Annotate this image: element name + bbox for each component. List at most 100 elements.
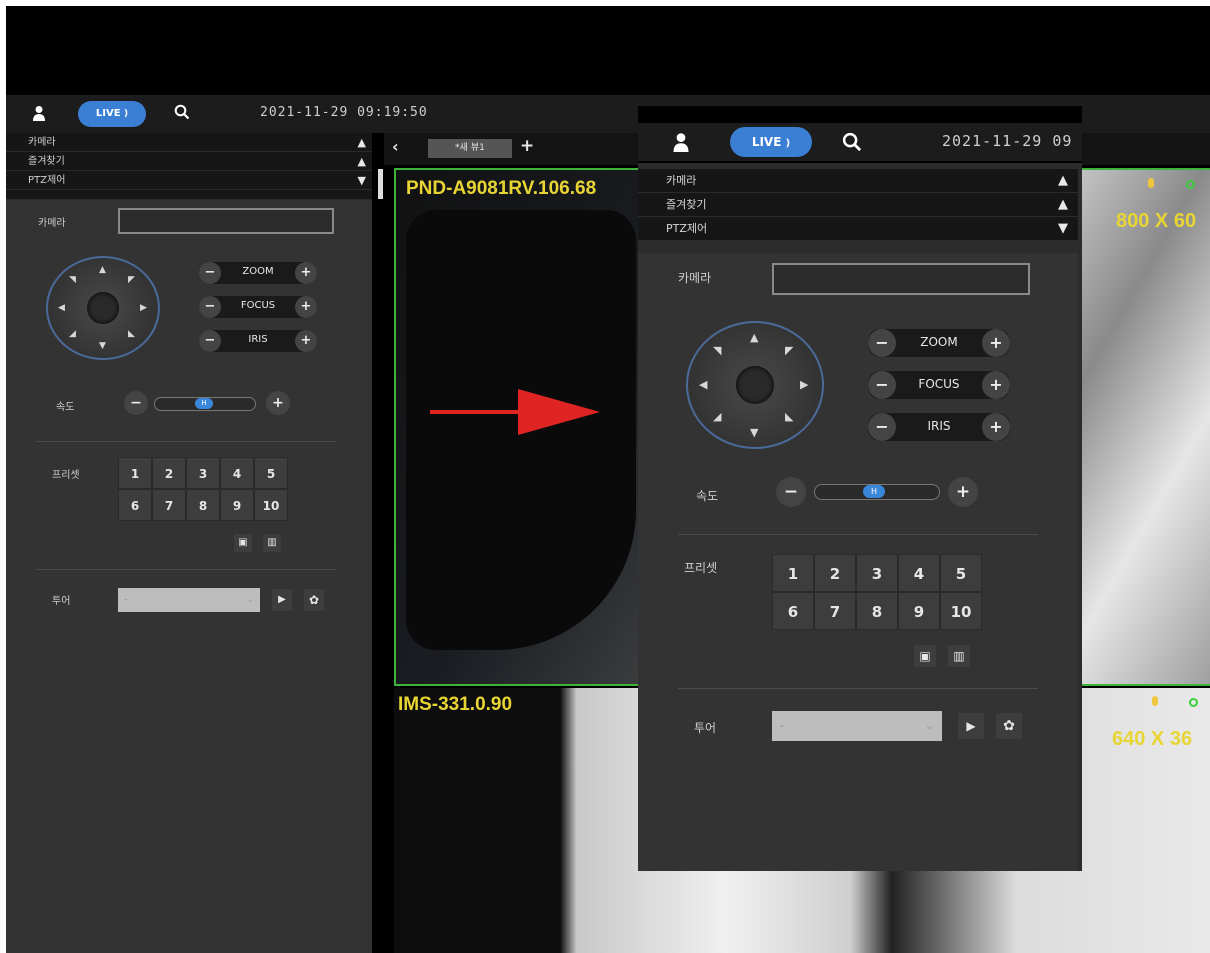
- camera-field[interactable]: [118, 208, 334, 234]
- tour-settings-gear-icon[interactable]: ✿: [304, 589, 324, 611]
- joystick-center[interactable]: [87, 292, 119, 324]
- zoom-in-button[interactable]: +: [982, 329, 1010, 357]
- preset-button-2[interactable]: 2: [814, 554, 856, 592]
- zoom-out-button[interactable]: −: [868, 329, 896, 357]
- chevron-down-icon[interactable]: ▼: [1058, 217, 1068, 241]
- speed-minus-button[interactable]: −: [776, 477, 806, 507]
- arrow-left-icon[interactable]: ◀: [699, 379, 707, 390]
- tab-view[interactable]: *새 뷰1: [428, 139, 512, 158]
- preset-button-5[interactable]: 5: [254, 457, 288, 489]
- arrow-up-icon[interactable]: ▲: [750, 332, 758, 343]
- arrow-left-icon[interactable]: ◀: [58, 304, 65, 313]
- preset-button-5[interactable]: 5: [940, 554, 982, 592]
- chevron-up-icon[interactable]: ▲: [1058, 193, 1068, 217]
- section-camera[interactable]: 카메라 ▲: [638, 169, 1078, 193]
- focus-minus-button[interactable]: −: [199, 296, 221, 318]
- arrow-upright-icon[interactable]: ◤: [785, 345, 793, 356]
- live-wifi-icon: ): [785, 138, 791, 149]
- delete-preset-icon[interactable]: ▥: [948, 645, 970, 667]
- save-preset-icon[interactable]: ▣: [914, 645, 936, 667]
- ptz-joystick[interactable]: ▲ ▼ ◀ ▶ ◥ ◤ ◢ ◣: [686, 321, 824, 449]
- arrow-up-icon[interactable]: ▲: [99, 266, 106, 275]
- section-camera[interactable]: 카메라 ▲: [6, 133, 372, 152]
- preset-button-7[interactable]: 7: [814, 592, 856, 630]
- divider: [36, 569, 336, 570]
- arrow-upright-icon[interactable]: ◤: [128, 276, 135, 285]
- preset-button-3[interactable]: 3: [186, 457, 220, 489]
- speed-plus-button[interactable]: +: [948, 477, 978, 507]
- preset-button-2[interactable]: 2: [152, 457, 186, 489]
- focus-plus-button[interactable]: +: [982, 371, 1010, 399]
- speed-minus-button[interactable]: −: [124, 391, 148, 415]
- preset-button-1[interactable]: 1: [772, 554, 814, 592]
- joystick-center[interactable]: [736, 366, 774, 404]
- speed-slider-knob[interactable]: H: [863, 485, 885, 498]
- preset-button-3[interactable]: 3: [856, 554, 898, 592]
- arrow-down-icon[interactable]: ▼: [99, 342, 106, 351]
- preset-button-8[interactable]: 8: [856, 592, 898, 630]
- preset-button-8[interactable]: 8: [186, 489, 220, 521]
- preset-button-6[interactable]: 6: [772, 592, 814, 630]
- add-tab-icon[interactable]: +: [520, 136, 534, 156]
- preset-button-1[interactable]: 1: [118, 457, 152, 489]
- arrow-down-icon[interactable]: ▼: [750, 427, 758, 438]
- section-ptz[interactable]: PTZ제어 ▼: [6, 171, 372, 190]
- save-preset-icon[interactable]: ▣: [234, 534, 252, 552]
- section-favorites[interactable]: 즐겨찾기 ▲: [638, 193, 1078, 217]
- speed-slider[interactable]: H: [154, 397, 256, 411]
- iris-minus-button[interactable]: −: [868, 413, 896, 441]
- arrow-downright-icon[interactable]: ◣: [128, 330, 135, 339]
- chevron-up-icon[interactable]: ▲: [358, 133, 366, 152]
- preset-button-7[interactable]: 7: [152, 489, 186, 521]
- speed-slider-knob[interactable]: H: [195, 398, 213, 409]
- arrow-upleft-icon[interactable]: ◥: [713, 345, 721, 356]
- section-favorites[interactable]: 즐겨찾기 ▲: [6, 152, 372, 171]
- live-label: LIVE: [751, 135, 782, 149]
- zoom-out-button[interactable]: −: [199, 262, 221, 284]
- focus-label: FOCUS: [918, 377, 960, 391]
- tour-play-button[interactable]: ▶: [958, 713, 984, 739]
- arrow-downleft-icon[interactable]: ◢: [713, 411, 721, 422]
- preset-button-4[interactable]: 4: [220, 457, 254, 489]
- chevron-up-icon[interactable]: ▲: [358, 152, 366, 171]
- preset-button-9[interactable]: 9: [898, 592, 940, 630]
- chevron-down-icon[interactable]: ▼: [358, 171, 366, 190]
- preset-button-10[interactable]: 10: [940, 592, 982, 630]
- section-ptz[interactable]: PTZ제어 ▼: [638, 217, 1078, 241]
- search-icon[interactable]: [842, 132, 862, 152]
- arrow-right-icon[interactable]: ▶: [140, 304, 147, 313]
- preset-button-9[interactable]: 9: [220, 489, 254, 521]
- user-icon[interactable]: [32, 105, 46, 121]
- focus-plus-button[interactable]: +: [295, 296, 317, 318]
- focus-label: FOCUS: [240, 300, 276, 311]
- iris-minus-button[interactable]: −: [199, 330, 221, 352]
- arrow-downleft-icon[interactable]: ◢: [69, 330, 76, 339]
- preset-button-6[interactable]: 6: [118, 489, 152, 521]
- focus-minus-button[interactable]: −: [868, 371, 896, 399]
- iris-plus-button[interactable]: +: [295, 330, 317, 352]
- tour-select[interactable]: - ⌄: [772, 711, 942, 741]
- arrow-upleft-icon[interactable]: ◥: [69, 276, 76, 285]
- panel-scrollbar[interactable]: [378, 169, 383, 199]
- delete-preset-icon[interactable]: ▥: [263, 534, 281, 552]
- ptz-joystick[interactable]: ▲ ▼ ◀ ▶ ◥ ◤ ◢ ◣: [46, 256, 160, 360]
- chevron-up-icon[interactable]: ▲: [1058, 169, 1068, 193]
- speed-plus-button[interactable]: +: [266, 391, 290, 415]
- preset-button-10[interactable]: 10: [254, 489, 288, 521]
- search-icon[interactable]: [174, 104, 190, 120]
- iris-plus-button[interactable]: +: [982, 413, 1010, 441]
- arrow-downright-icon[interactable]: ◣: [785, 411, 793, 422]
- preset-button-4[interactable]: 4: [898, 554, 940, 592]
- tab-prev-icon[interactable]: ‹: [392, 137, 399, 156]
- tour-settings-gear-icon[interactable]: ✿: [996, 713, 1022, 739]
- live-button[interactable]: LIVE ): [730, 127, 812, 157]
- camera-field[interactable]: [772, 263, 1030, 295]
- zoom-in-button[interactable]: +: [295, 262, 317, 284]
- user-icon[interactable]: [672, 132, 690, 152]
- tour-select[interactable]: - ⌄: [118, 588, 260, 612]
- live-button[interactable]: LIVE ): [78, 101, 146, 127]
- speed-slider[interactable]: H: [814, 484, 940, 500]
- overlay-top-bar: LIVE ) 2021-11-29 09: [638, 123, 1082, 161]
- arrow-right-icon[interactable]: ▶: [800, 379, 808, 390]
- tour-play-button[interactable]: ▶: [272, 589, 292, 611]
